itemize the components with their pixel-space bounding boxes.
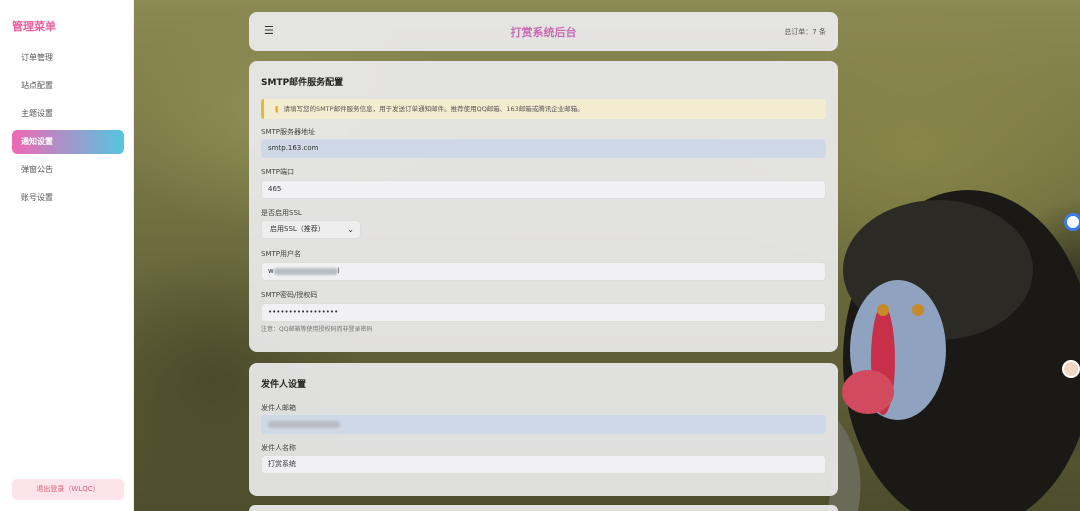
smtp-username-label: SMTP用户名: [261, 250, 301, 258]
next-card: [249, 505, 838, 511]
notice-text: 请填写您的SMTP邮件服务信息，用于发送订单通知邮件。推荐使用QQ邮箱、163邮…: [283, 105, 584, 113]
avatar[interactable]: [1062, 360, 1080, 378]
sender-section-title: 发件人设置: [261, 380, 307, 390]
smtp-section-title: SMTP邮件服务配置: [261, 78, 344, 88]
sidebar: 管理菜单 订单管理 站点配置 主题设置 通知设置 弹窗公告 账号设置 退出登录（…: [0, 0, 134, 511]
assistant-icon[interactable]: [1064, 213, 1080, 231]
smtp-config-card: SMTP邮件服务配置 ❚ 请填写您的SMTP邮件服务信息，用于发送订单通知邮件。推…: [249, 61, 838, 352]
redacted-email: [268, 420, 340, 428]
sender-email-label: 发件人邮箱: [261, 404, 296, 412]
ssl-label: 是否启用SSL: [261, 209, 302, 217]
sidebar-title: 管理菜单: [12, 20, 56, 33]
smtp-port-input[interactable]: 465: [261, 180, 826, 199]
smtp-server-label: SMTP服务器地址: [261, 128, 315, 136]
logout-button[interactable]: 退出登录（WLQC）: [12, 479, 124, 500]
smtp-port-label: SMTP端口: [261, 168, 294, 176]
order-count: 总订单：7 条: [784, 28, 826, 36]
smtp-password-label: SMTP密码/授权码: [261, 291, 318, 299]
sender-email-input[interactable]: [261, 415, 826, 434]
ssl-select[interactable]: 启用SSL（推荐） ⌄: [261, 220, 361, 239]
top-bar: ☰ 打赏系统后台 总订单：7 条: [249, 12, 838, 51]
smtp-notice: ❚ 请填写您的SMTP邮件服务信息，用于发送订单通知邮件。推荐使用QQ邮箱、163…: [261, 99, 826, 119]
redacted-username: [273, 267, 338, 275]
smtp-server-input[interactable]: smtp.163.com: [261, 139, 826, 158]
sidebar-item-site-config[interactable]: 站点配置: [12, 74, 124, 98]
page-title: 打赏系统后台: [510, 26, 577, 39]
sender-name-label: 发件人名称: [261, 444, 296, 452]
password-hint: 注意：QQ邮箱等使用授权码而非登录密码: [261, 326, 373, 333]
sender-name-input[interactable]: 打赏系统: [261, 455, 826, 474]
sidebar-item-orders[interactable]: 订单管理: [12, 46, 124, 70]
chevron-down-icon: ⌄: [347, 225, 354, 234]
username-suffix: l: [337, 267, 340, 275]
ssl-select-value: 启用SSL（推荐）: [270, 225, 325, 233]
sidebar-item-popup[interactable]: 弹窗公告: [12, 158, 124, 182]
sender-card: 发件人设置 发件人邮箱 发件人名称 打赏系统: [249, 363, 838, 496]
sidebar-item-account[interactable]: 账号设置: [12, 186, 124, 210]
sidebar-item-theme[interactable]: 主题设置: [12, 102, 124, 126]
username-prefix: w: [268, 267, 274, 275]
smtp-password-input[interactable]: •••••••••••••••••: [261, 303, 826, 322]
smtp-username-input[interactable]: wl: [261, 262, 826, 281]
sidebar-item-notifications[interactable]: 通知设置: [12, 130, 124, 154]
info-icon: ❚: [274, 105, 280, 113]
mandrill-photo: [828, 190, 1080, 511]
